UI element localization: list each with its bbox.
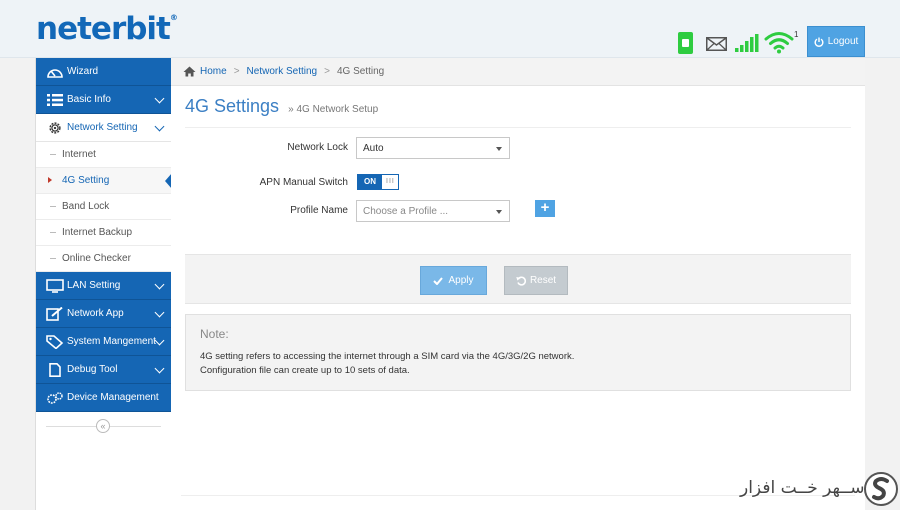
check-icon <box>433 276 444 285</box>
logout-button[interactable]: Logout <box>807 26 865 57</box>
note-title: Note: <box>200 327 229 341</box>
wifi-icon[interactable] <box>764 30 794 54</box>
tag-icon <box>46 334 64 349</box>
sidebar: Wizard Basic Info Network Setting Intern… <box>35 58 172 510</box>
main-content: Home > Network Setting > 4G Setting 4G S… <box>171 58 865 510</box>
apn-switch-row: APN Manual Switch ON III <box>171 172 865 194</box>
sidebar-item-device-management[interactable]: Device Management <box>36 384 171 412</box>
page-header: 4G Settings » 4G Network Setup <box>185 96 851 128</box>
note-line: 4G setting refers to accessing the inter… <box>200 351 575 362</box>
monitor-icon <box>46 278 64 293</box>
breadcrumb-network-setting[interactable]: Network Setting <box>247 66 318 77</box>
watermark-logo-icon <box>864 472 898 506</box>
watermark: ســهر خــت افزار <box>738 472 898 508</box>
sidebar-subitem-band-lock[interactable]: Band Lock <box>36 194 171 220</box>
caret-down-icon <box>496 210 502 214</box>
note-box: Note: 4G setting refers to accessing the… <box>185 314 851 391</box>
gears-icon <box>47 391 63 404</box>
sidebar-subitem-internet[interactable]: Internet <box>36 142 171 168</box>
reset-button[interactable]: Reset <box>504 266 568 295</box>
sidebar-item-debug-tool[interactable]: Debug Tool <box>36 356 171 384</box>
breadcrumb-home[interactable]: Home <box>200 66 227 77</box>
list-icon <box>47 93 63 106</box>
profile-name-row: Profile Name Choose a Profile ... + <box>171 200 865 222</box>
sidebar-subitem-internet-backup[interactable]: Internet Backup <box>36 220 171 246</box>
action-bar: Apply Reset <box>185 254 851 304</box>
add-profile-button[interactable]: + <box>535 200 555 217</box>
sim-card-icon[interactable] <box>678 32 693 54</box>
chevron-down-icon <box>154 307 165 318</box>
sidebar-item-wizard[interactable]: Wizard <box>36 58 171 86</box>
profile-name-select[interactable]: Choose a Profile ... <box>356 200 510 222</box>
edit-icon <box>46 306 63 321</box>
apply-button[interactable]: Apply <box>420 266 487 295</box>
sidebar-item-network-app[interactable]: Network App <box>36 300 171 328</box>
profile-name-label: Profile Name <box>290 205 348 216</box>
breadcrumb: Home > Network Setting > 4G Setting <box>171 58 865 86</box>
undo-icon <box>516 276 526 286</box>
sidebar-item-system-management[interactable]: System Mangement <box>36 328 171 356</box>
document-icon <box>49 362 61 377</box>
sidebar-collapse-button[interactable]: « <box>96 419 110 433</box>
network-lock-label: Network Lock <box>287 142 348 153</box>
wifi-client-count: 1 <box>794 30 799 39</box>
watermark-text: ســهر خــت افزار <box>740 478 865 498</box>
home-icon[interactable] <box>183 66 196 77</box>
apn-manual-switch-toggle[interactable]: ON III <box>357 174 399 190</box>
chevron-down-icon <box>154 335 165 346</box>
brand-logo: neterbit® <box>36 11 178 47</box>
page-title: 4G Settings <box>185 96 280 116</box>
power-icon <box>814 37 824 47</box>
network-lock-select[interactable]: Auto <box>356 137 510 159</box>
top-header: neterbit® 1 Logout <box>0 0 900 58</box>
sidebar-item-lan-setting[interactable]: LAN Setting <box>36 272 171 300</box>
sidebar-item-basic-info[interactable]: Basic Info <box>36 86 171 114</box>
sidebar-subitem-4g-setting[interactable]: 4G Setting <box>36 168 172 194</box>
chevron-down-icon <box>154 279 165 290</box>
chevron-down-icon <box>154 93 165 104</box>
sidebar-collapse-row: « <box>36 412 171 440</box>
toggle-grip-icon: III <box>386 178 395 185</box>
breadcrumb-current: 4G Setting <box>336 66 385 77</box>
speedometer-icon <box>47 68 63 78</box>
apn-switch-label: APN Manual Switch <box>259 177 348 188</box>
chevron-down-icon <box>154 363 165 374</box>
signal-bars-icon[interactable] <box>735 34 759 52</box>
note-line: Configuration file can create up to 10 s… <box>200 365 410 376</box>
caret-down-icon <box>496 147 502 151</box>
sidebar-subitem-online-checker[interactable]: Online Checker <box>36 246 171 272</box>
gear-icon <box>49 121 61 134</box>
sidebar-item-network-setting[interactable]: Network Setting <box>36 114 171 142</box>
mail-icon[interactable] <box>706 37 727 51</box>
page-subtitle: » 4G Network Setup <box>288 104 379 115</box>
chevron-down-icon <box>154 121 165 132</box>
network-lock-row: Network Lock Auto <box>171 137 865 159</box>
